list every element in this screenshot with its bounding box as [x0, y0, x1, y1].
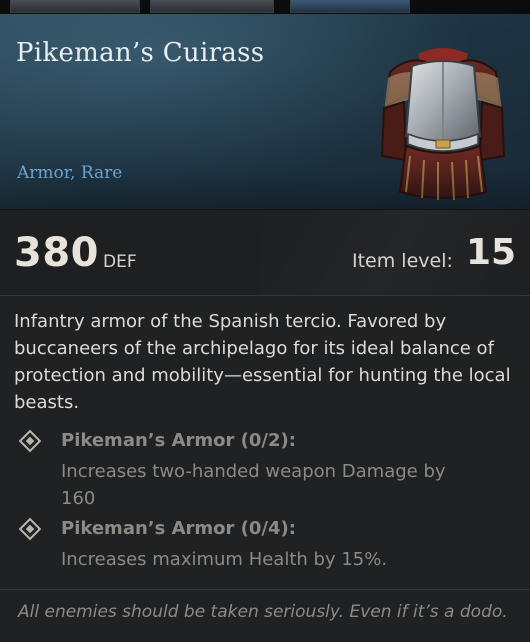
set-bonus-name: Pikeman’s Armor (0/4): — [61, 518, 296, 539]
tooltip-header: Pikeman’s Cuirass Armor, Rare — [0, 14, 530, 209]
set-bonus-effect: Increases maximum Health by 15%. — [61, 549, 388, 570]
set-bonus-effect: Increases two-handed weapon Damage by 16… — [61, 461, 446, 509]
stats-band: 380 DEF Item level: 15 — [0, 209, 530, 296]
inventory-slot[interactable] — [150, 0, 274, 13]
item-description: Infantry armor of the Spanish tercio. Fa… — [14, 311, 511, 413]
divider — [0, 589, 530, 590]
inventory-slot-strip — [0, 0, 530, 14]
diamond-bullet-icon — [18, 517, 42, 541]
defense-value: 380 — [14, 230, 99, 276]
flavor-text: All enemies should be taken seriously. E… — [18, 602, 508, 622]
diamond-bullet-icon — [18, 429, 42, 453]
divider — [0, 295, 530, 296]
item-level-value: 15 — [466, 232, 517, 273]
defense-label: DEF — [103, 252, 137, 272]
inventory-slot[interactable] — [290, 0, 410, 13]
cuirass-armor-icon — [380, 48, 506, 201]
set-bonus-name: Pikeman’s Armor (0/2): — [61, 430, 296, 451]
item-level-label: Item level: — [352, 250, 453, 272]
item-tooltip: Pikeman’s Cuirass Armor, Rare 380 DEF It… — [0, 0, 530, 642]
item-title: Pikeman’s Cuirass — [16, 38, 265, 68]
item-type: Armor, Rare — [17, 163, 123, 183]
inventory-slot[interactable] — [10, 0, 140, 13]
